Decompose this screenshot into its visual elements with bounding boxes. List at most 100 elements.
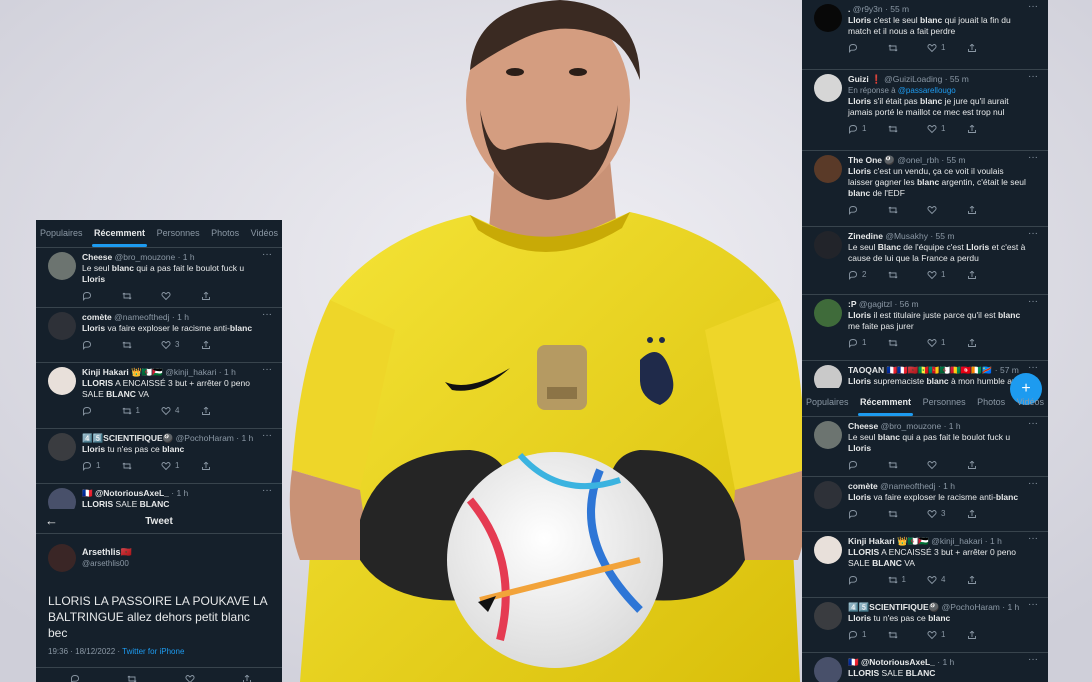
avatar[interactable] <box>814 299 842 327</box>
author-handle[interactable]: @kinji_hakari <box>165 367 216 377</box>
retweet-button[interactable] <box>887 630 928 640</box>
tweet-time[interactable]: 55 m <box>890 4 909 14</box>
reply-button[interactable] <box>82 406 122 416</box>
more-options-icon[interactable]: ··· <box>262 310 272 320</box>
share-button[interactable] <box>967 270 1007 280</box>
avatar[interactable] <box>814 155 842 183</box>
avatar[interactable] <box>48 544 76 572</box>
tweet-time[interactable]: 56 m <box>900 299 919 309</box>
author-handle[interactable]: @nameofthedj <box>114 312 169 322</box>
reply-button[interactable]: 1 <box>82 461 122 471</box>
author-handle[interactable]: @onel_rbh <box>897 155 939 165</box>
retweet-button[interactable] <box>887 338 928 348</box>
share-button[interactable] <box>201 340 241 350</box>
like-button[interactable] <box>927 460 967 470</box>
retweet-button[interactable] <box>887 205 928 215</box>
like-button[interactable]: 1 <box>927 124 967 134</box>
author-handle[interactable]: @bro_mouzone <box>881 421 942 431</box>
tweet-time[interactable]: 1 h <box>942 657 954 667</box>
tweet-time[interactable]: 55 m <box>947 155 966 165</box>
retweet-button[interactable] <box>121 291 162 301</box>
tab-videos[interactable]: Vidéos <box>249 220 280 247</box>
more-options-icon[interactable]: ··· <box>262 365 272 375</box>
tweet-time[interactable]: 55 m <box>950 74 969 84</box>
tweet-item[interactable]: ··· 🇫🇷 @NotoriousAxeL_ · 1 h LLORIS SALE B… <box>802 653 1048 682</box>
author-name[interactable]: TAOQAN 🇫🇷🇨🇵🇲🇦🇸🇳🇨🇲🇩🇿🇬🇳🇹🇳🇨🇮🇨🇩 <box>848 365 992 375</box>
mention-link[interactable]: @passarellougo <box>898 86 956 95</box>
tweet-time[interactable]: 1 h <box>949 421 961 431</box>
like-button[interactable]: 1 <box>927 43 967 53</box>
tweet-item[interactable]: ··· comète @nameofthedj · 1 h Lloris va fa… <box>802 477 1048 532</box>
reply-button[interactable] <box>848 460 888 470</box>
tweet-time[interactable]: 1 h <box>943 481 955 491</box>
share-button[interactable] <box>201 461 241 471</box>
more-options-icon[interactable]: ··· <box>1028 419 1038 429</box>
author-name[interactable]: Guizi ❗ <box>848 74 882 84</box>
retweet-button[interactable] <box>887 509 928 519</box>
more-options-icon[interactable]: ··· <box>1028 229 1038 239</box>
share-button[interactable] <box>967 43 1007 53</box>
reply-button[interactable] <box>82 291 122 301</box>
share-button[interactable] <box>201 291 241 301</box>
avatar[interactable] <box>814 657 842 682</box>
author-name[interactable]: 🇫🇷 @NotoriousAxeL_ <box>82 488 169 498</box>
more-options-icon[interactable]: ··· <box>1028 479 1038 489</box>
retweet-button[interactable]: 1 <box>121 406 162 416</box>
tab-personnes[interactable]: Personnes <box>155 220 202 247</box>
tweet-item[interactable]: ··· The One 🎱 @onel_rbh · 55 m Lloris c'es… <box>802 151 1048 227</box>
retweet-button[interactable] <box>121 340 162 350</box>
tweet-time[interactable]: 1 h <box>1007 602 1019 612</box>
author-name[interactable]: Kinji Hakari 👑🇩🇿🇵🇸 <box>848 536 929 546</box>
avatar[interactable] <box>814 74 842 102</box>
tab-photos[interactable]: Photos <box>975 389 1007 416</box>
tab-recemment[interactable]: Récemment <box>858 389 914 416</box>
share-button[interactable] <box>967 338 1007 348</box>
avatar[interactable] <box>814 231 842 259</box>
tweet-time[interactable]: 55 m <box>936 231 955 241</box>
reply-button[interactable] <box>848 205 888 215</box>
share-button[interactable] <box>967 509 1007 519</box>
author-name[interactable]: Kinji Hakari 👑🇩🇿🇵🇸 <box>82 367 163 377</box>
more-options-icon[interactable]: ··· <box>262 486 272 496</box>
reply-button[interactable]: 1 <box>848 338 888 348</box>
avatar[interactable] <box>814 365 842 388</box>
tweet-item[interactable]: ··· 4️⃣5️⃣SCIENTIFIQUE🎱 @PochoHaram · 1 h… <box>36 429 282 484</box>
author-name[interactable]: 🇫🇷 @NotoriousAxeL_ <box>848 657 935 667</box>
like-button[interactable]: 4 <box>927 575 967 585</box>
like-button[interactable]: 1 <box>161 461 201 471</box>
avatar[interactable] <box>814 481 842 509</box>
reply-button[interactable]: 2 <box>848 270 888 280</box>
author-handle[interactable]: @r9y3n <box>853 4 883 14</box>
like-button[interactable]: 4 <box>161 406 201 416</box>
avatar[interactable] <box>814 536 842 564</box>
tweet-item[interactable]: ···:P @gagitzl · 56 m Lloris il est titul… <box>802 295 1048 361</box>
like-button[interactable]: 1 <box>927 270 967 280</box>
like-button[interactable] <box>927 205 967 215</box>
tweet-item[interactable]: ··· Kinji Hakari 👑🇩🇿🇵🇸 @kinji_hakari · 1 … <box>802 532 1048 598</box>
reply-button[interactable] <box>848 509 888 519</box>
author-handle[interactable]: @kinji_hakari <box>931 536 982 546</box>
tweet-item[interactable]: ··· comète @nameofthedj · 1 h Lloris va fa… <box>36 308 282 363</box>
author-name[interactable]: 4️⃣5️⃣SCIENTIFIQUE🎱 <box>848 602 939 612</box>
more-options-icon[interactable]: ··· <box>1028 153 1038 163</box>
avatar[interactable] <box>814 602 842 630</box>
tweet-item[interactable]: ··· . @r9y3n · 55 m Lloris c'est le seul b… <box>802 0 1048 70</box>
tab-recemment[interactable]: Récemment <box>92 220 148 247</box>
author-handle[interactable]: @bro_mouzone <box>115 252 176 262</box>
tweet-time[interactable]: 1 h <box>183 252 195 262</box>
retweet-button[interactable] <box>127 674 137 682</box>
tweet-item[interactable]: ··· Guizi ❗ @GuiziLoading · 55 m En répons… <box>802 70 1048 151</box>
retweet-button[interactable] <box>887 460 928 470</box>
share-button[interactable] <box>201 406 241 416</box>
tweet-time[interactable]: 1 h <box>176 488 188 498</box>
tweet-source-link[interactable]: Twitter for iPhone <box>122 647 184 656</box>
like-button[interactable] <box>185 674 195 682</box>
tweet-time[interactable]: 1 h <box>224 367 236 377</box>
author-name[interactable]: The One 🎱 <box>848 155 895 165</box>
retweet-button[interactable] <box>887 43 928 53</box>
more-options-icon[interactable]: ··· <box>1028 297 1038 307</box>
author-handle[interactable]: @PochoHaram <box>942 602 1000 612</box>
reply-button[interactable] <box>82 340 122 350</box>
author-handle[interactable]: @PochoHaram <box>176 433 234 443</box>
avatar[interactable] <box>814 421 842 449</box>
